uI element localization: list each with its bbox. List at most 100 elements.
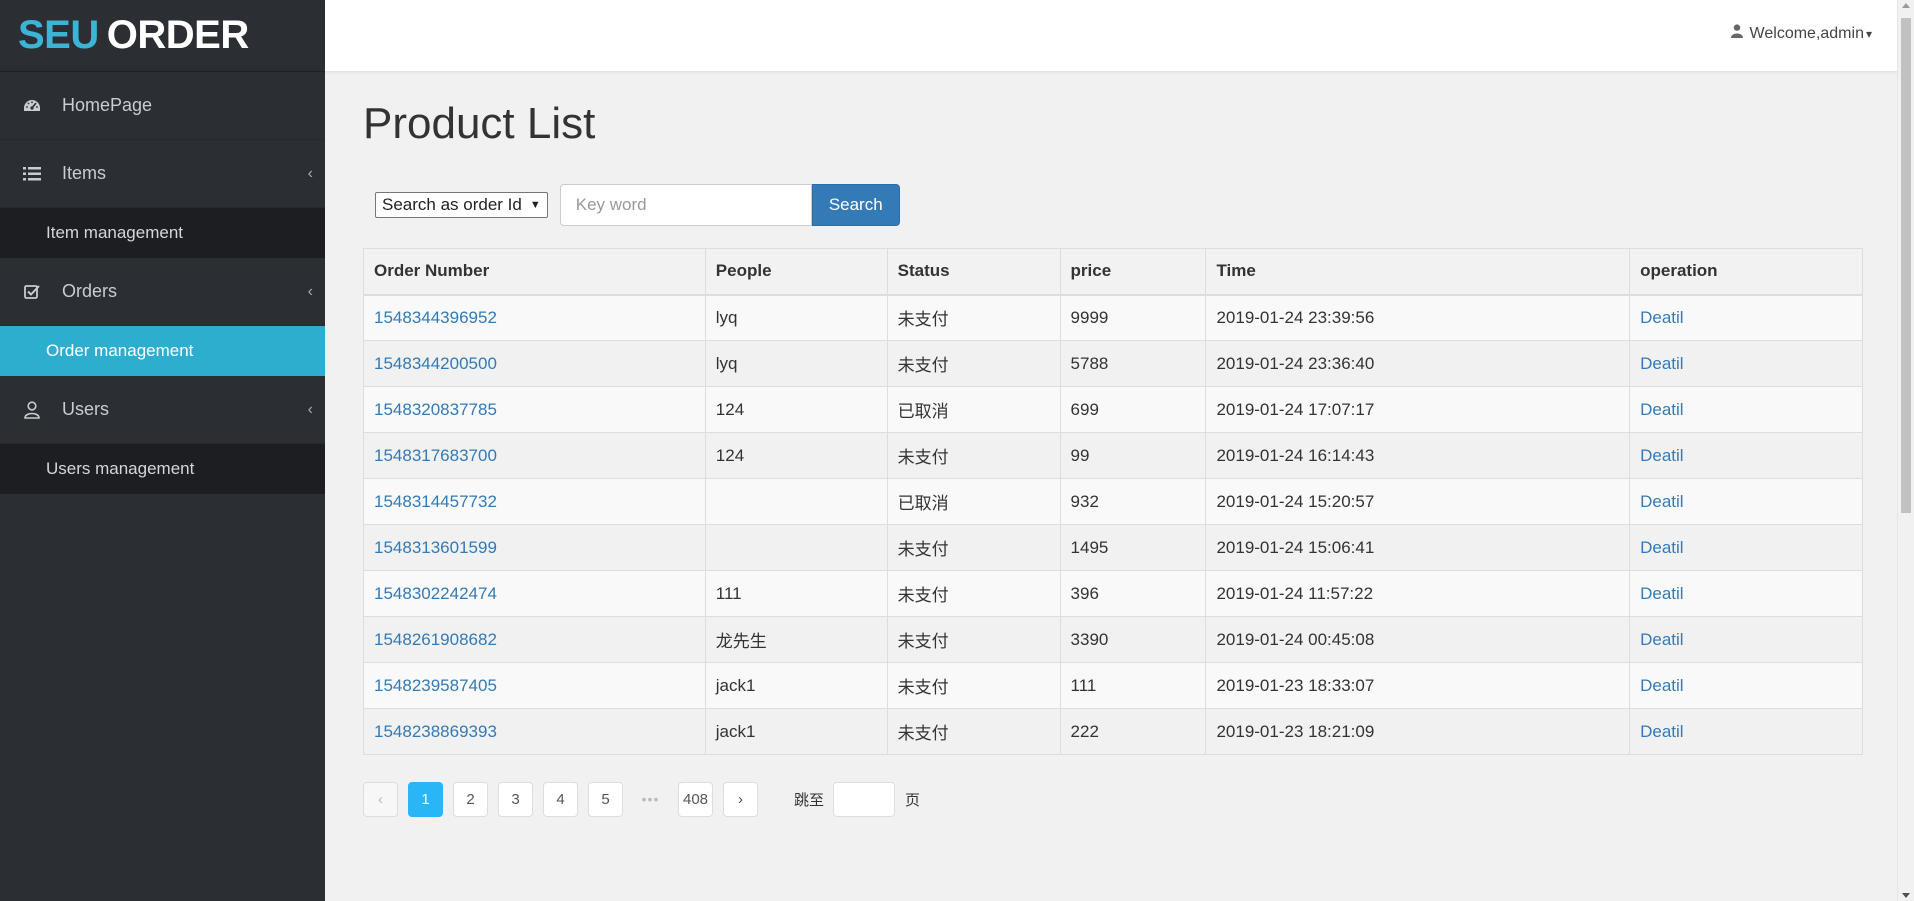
- time-cell: 2019-01-23 18:33:07: [1205, 662, 1631, 709]
- list-icon: [22, 164, 42, 184]
- sidebar-subitem-users-management[interactable]: Users management: [0, 444, 325, 494]
- page-button-2[interactable]: 2: [453, 781, 488, 817]
- table-row: 1548314457732 已取消 932 2019-01-24 15:20:5…: [363, 478, 1863, 525]
- table-row: 1548302242474 111 未支付 396 2019-01-24 11:…: [363, 570, 1863, 617]
- sidebar-item-label: HomePage: [62, 95, 153, 115]
- dropdown-arrow-icon: ▼: [529, 199, 541, 211]
- people-cell: 龙先生: [704, 616, 888, 663]
- sidebar-item-homepage[interactable]: HomePage: [0, 72, 325, 140]
- pagination: ‹ 1 2 3 4 5 ••• 408 › 跳至 页: [363, 781, 1863, 817]
- table-row: 1548313601599 未支付 1495 2019-01-24 15:06:…: [363, 524, 1863, 571]
- chevron-left-icon: ‹: [307, 282, 313, 300]
- time-cell: 2019-01-24 16:14:43: [1205, 432, 1631, 479]
- order-number-link[interactable]: 1548239587405: [374, 676, 497, 695]
- price-cell: 699: [1059, 386, 1207, 433]
- table-header-row: Order Number People Status price Time op…: [363, 248, 1863, 296]
- vertical-scrollbar[interactable]: [1897, 0, 1914, 901]
- col-header-price: price: [1059, 248, 1207, 296]
- sidebar-subitem-item-management[interactable]: Item management: [0, 208, 325, 258]
- col-header-operation: operation: [1629, 248, 1863, 296]
- detail-link[interactable]: Deatil: [1640, 722, 1683, 741]
- time-cell: 2019-01-24 11:57:22: [1205, 570, 1631, 617]
- brand-part2: ORDER: [106, 13, 249, 57]
- brand-logo[interactable]: SEU ORDER: [0, 0, 325, 72]
- detail-link[interactable]: Deatil: [1640, 492, 1683, 511]
- search-bar: Search as order Id ▼ Search: [363, 184, 1863, 226]
- chevron-left-icon: ‹: [307, 164, 313, 182]
- status-cell: 未支付: [886, 294, 1061, 341]
- table-row: 1548317683700 124 未支付 99 2019-01-24 16:1…: [363, 432, 1863, 479]
- order-number-link[interactable]: 1548344200500: [374, 354, 497, 373]
- status-cell: 未支付: [886, 616, 1061, 663]
- order-number-link[interactable]: 1548238869393: [374, 722, 497, 741]
- col-header-people: People: [704, 248, 888, 296]
- caret-down-icon: ▾: [1865, 26, 1872, 41]
- detail-link[interactable]: Deatil: [1640, 630, 1683, 649]
- search-type-select[interactable]: Search as order Id ▼: [375, 192, 548, 218]
- next-page-button[interactable]: ›: [723, 781, 758, 817]
- table-row: 1548238869393 jack1 未支付 222 2019-01-23 1…: [363, 708, 1863, 755]
- people-cell: 124: [704, 432, 888, 479]
- order-number-link[interactable]: 1548344396952: [374, 308, 497, 327]
- time-cell: 2019-01-24 23:39:56: [1205, 294, 1631, 341]
- user-icon: [1730, 24, 1743, 43]
- table-row: 1548261908682 龙先生 未支付 3390 2019-01-24 00…: [363, 616, 1863, 663]
- order-number-link[interactable]: 1548314457732: [374, 492, 497, 511]
- sidebar-subitem-order-management[interactable]: Order management: [0, 326, 325, 376]
- keyword-input[interactable]: [559, 184, 812, 226]
- sidebar-item-items[interactable]: Items ‹: [0, 140, 325, 208]
- price-cell: 222: [1059, 708, 1207, 755]
- detail-link[interactable]: Deatil: [1640, 354, 1683, 373]
- search-button[interactable]: Search: [811, 184, 900, 226]
- people-cell: [704, 524, 888, 571]
- order-number-link[interactable]: 1548320837785: [374, 400, 497, 419]
- sidebar-item-label: Items: [62, 163, 107, 183]
- status-cell: 未支付: [886, 340, 1061, 387]
- scrollbar-thumb[interactable]: [1901, 18, 1911, 513]
- page-title: Product List: [363, 99, 596, 148]
- table-row: 1548344396952 lyq 未支付 9999 2019-01-24 23…: [363, 294, 1863, 341]
- detail-link[interactable]: Deatil: [1640, 400, 1683, 419]
- order-number-link[interactable]: 1548313601599: [374, 538, 497, 557]
- checkbox-icon: [22, 282, 42, 302]
- order-number-link[interactable]: 1548302242474: [374, 584, 497, 603]
- table-row: 1548320837785 124 已取消 699 2019-01-24 17:…: [363, 386, 1863, 433]
- chevron-left-icon: ‹: [307, 400, 313, 418]
- page-button-last[interactable]: 408: [678, 781, 713, 817]
- scroll-up-icon[interactable]: [1902, 3, 1910, 8]
- order-number-link[interactable]: 1548317683700: [374, 446, 497, 465]
- time-cell: 2019-01-23 18:21:09: [1205, 708, 1631, 755]
- detail-link[interactable]: Deatil: [1640, 308, 1683, 327]
- main-content: Product List Search as order Id ▼ Search…: [363, 72, 1863, 817]
- detail-link[interactable]: Deatil: [1640, 446, 1683, 465]
- jump-unit-label: 页: [905, 791, 921, 809]
- page-button-1[interactable]: 1: [408, 781, 443, 817]
- people-cell: 124: [704, 386, 888, 433]
- scroll-down-icon[interactable]: [1902, 893, 1910, 898]
- status-cell: 未支付: [886, 524, 1061, 571]
- people-cell: lyq: [704, 294, 888, 341]
- table-row: 1548344200500 lyq 未支付 5788 2019-01-24 23…: [363, 340, 1863, 387]
- jump-page-input[interactable]: [833, 781, 896, 817]
- order-number-link[interactable]: 1548261908682: [374, 630, 497, 649]
- price-cell: 5788: [1059, 340, 1207, 387]
- col-header-status: Status: [886, 248, 1061, 296]
- brand-part1: SEU: [18, 13, 99, 57]
- page-button-5[interactable]: 5: [588, 781, 623, 817]
- people-cell: jack1: [704, 662, 888, 709]
- sidebar: SEU ORDER HomePage Items ‹ Item manageme…: [0, 0, 325, 901]
- detail-link[interactable]: Deatil: [1640, 538, 1683, 557]
- detail-link[interactable]: Deatil: [1640, 676, 1683, 695]
- user-menu[interactable]: Welcome,admin ▾: [1730, 24, 1872, 43]
- pagination-ellipsis: •••: [641, 791, 660, 807]
- sidebar-item-orders[interactable]: Orders ‹: [0, 258, 325, 326]
- prev-page-button[interactable]: ‹: [363, 781, 398, 817]
- page-button-4[interactable]: 4: [543, 781, 578, 817]
- page-button-3[interactable]: 3: [498, 781, 533, 817]
- time-cell: 2019-01-24 15:06:41: [1205, 524, 1631, 571]
- status-cell: 已取消: [886, 478, 1061, 525]
- detail-link[interactable]: Deatil: [1640, 584, 1683, 603]
- sidebar-item-label: Users: [62, 399, 110, 419]
- sidebar-item-users[interactable]: Users ‹: [0, 376, 325, 444]
- user-icon: [22, 400, 42, 420]
